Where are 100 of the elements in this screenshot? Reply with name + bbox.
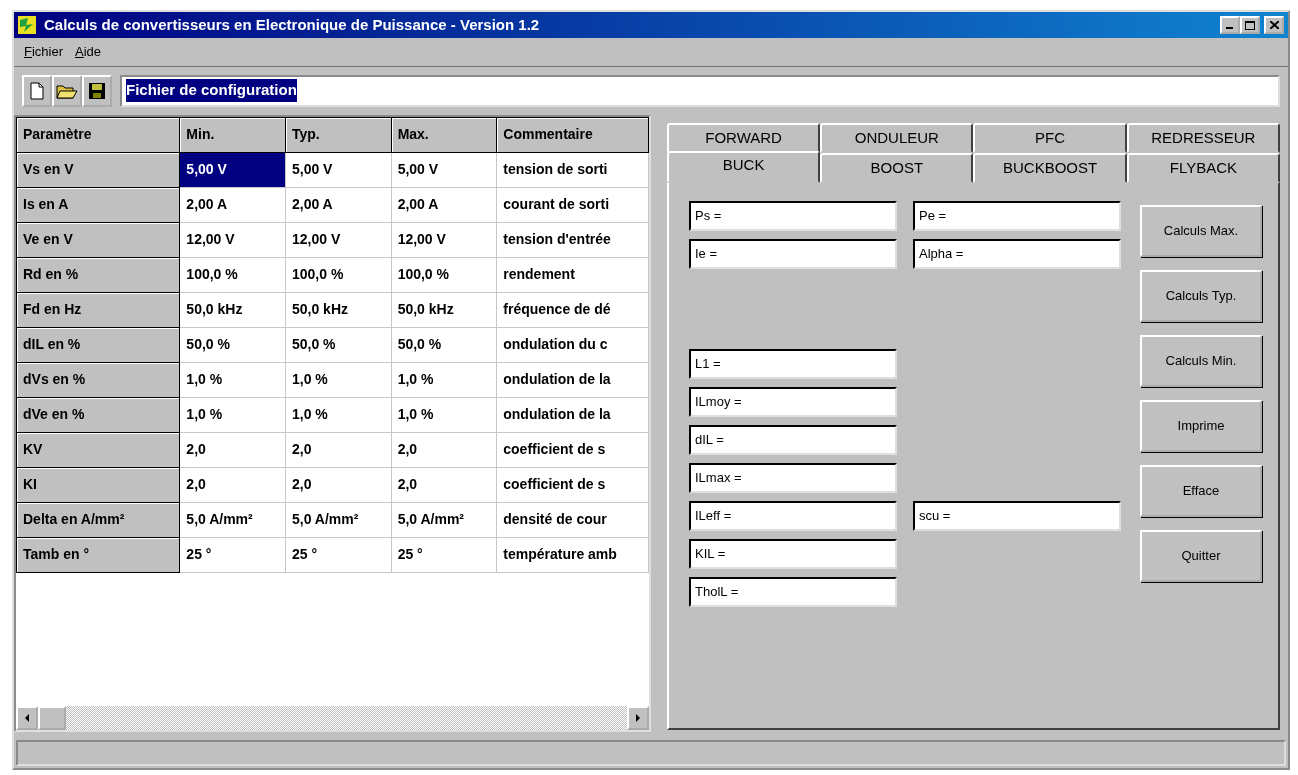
table-cell[interactable]: température amb [496, 537, 649, 572]
result-field[interactable]: Alpha = [913, 238, 1121, 269]
result-field[interactable]: ILmoy = [689, 386, 897, 417]
table-cell[interactable]: 50,0 % [391, 327, 497, 362]
table-cell[interactable]: 50,0 kHz [179, 292, 286, 327]
table-cell[interactable]: densité de cour [496, 502, 649, 537]
row-header[interactable]: Ve en V [16, 222, 180, 257]
table-cell[interactable]: 1,0 % [179, 362, 286, 397]
action-button[interactable]: Imprime [1140, 399, 1262, 452]
tab[interactable]: PFC [973, 122, 1127, 153]
row-header[interactable]: dVe en % [16, 397, 180, 432]
table-cell[interactable]: 25 ° [391, 537, 497, 572]
table-cell[interactable]: 1,0 % [285, 362, 392, 397]
row-header[interactable]: Rd en % [16, 257, 180, 292]
table-cell[interactable]: courant de sorti [496, 187, 649, 222]
result-field[interactable]: KIL = [689, 538, 897, 569]
close-button[interactable] [1264, 16, 1284, 34]
minimize-button[interactable] [1220, 16, 1240, 34]
tab[interactable]: BUCK [667, 150, 821, 183]
row-header[interactable]: KI [16, 467, 180, 502]
row-header[interactable]: Tamb en ° [16, 537, 180, 572]
action-button[interactable]: Quitter [1140, 529, 1262, 582]
action-button[interactable]: Calculs Min. [1140, 334, 1262, 387]
folder-icon[interactable] [52, 74, 82, 107]
table-cell[interactable]: 2,0 [179, 467, 286, 502]
table-cell[interactable]: coefficient de s [496, 432, 649, 467]
table-cell[interactable]: 50,0 kHz [285, 292, 392, 327]
result-field[interactable]: TholL = [689, 576, 897, 607]
column-header[interactable]: Paramètre [16, 117, 180, 152]
tab[interactable]: FLYBACK [1126, 152, 1280, 183]
action-button[interactable]: Calculs Max. [1140, 204, 1262, 257]
table-cell[interactable]: 1,0 % [391, 397, 497, 432]
table-cell[interactable]: 2,0 [179, 432, 286, 467]
row-header[interactable]: dVs en % [16, 362, 180, 397]
table-cell[interactable]: 25 ° [179, 537, 286, 572]
column-header[interactable]: Min. [179, 117, 286, 152]
table-cell[interactable]: 100,0 % [391, 257, 497, 292]
table-cell[interactable]: 2,00 A [285, 187, 392, 222]
table-cell[interactable]: 50,0 % [285, 327, 392, 362]
result-field[interactable]: Pe = [913, 200, 1121, 231]
table-cell[interactable]: 25 ° [285, 537, 392, 572]
table-cell[interactable]: 2,0 [285, 467, 392, 502]
tab[interactable]: REDRESSEUR [1126, 122, 1280, 153]
table-cell[interactable]: 2,0 [391, 467, 497, 502]
result-field[interactable]: L1 = [689, 348, 897, 379]
scroll-thumb[interactable] [38, 706, 66, 730]
row-header[interactable]: Vs en V [16, 152, 180, 187]
table-cell[interactable]: 1,0 % [285, 397, 392, 432]
result-field[interactable]: dIL = [689, 424, 897, 455]
table-cell[interactable]: coefficient de s [496, 467, 649, 502]
column-header[interactable]: Max. [391, 117, 497, 152]
column-header[interactable]: Typ. [285, 117, 392, 152]
column-header[interactable]: Commentaire [496, 117, 649, 152]
table-cell[interactable]: 100,0 % [285, 257, 392, 292]
table-cell[interactable]: tension d'entrée [496, 222, 649, 257]
table-cell[interactable]: 5,00 V [179, 152, 286, 187]
result-field[interactable]: Ps = [689, 200, 897, 231]
maximize-button[interactable] [1240, 16, 1260, 34]
table-cell[interactable]: ondulation du c [496, 327, 649, 362]
table-cell[interactable]: 5,0 A/mm² [179, 502, 286, 537]
table-cell[interactable]: 12,00 V [285, 222, 392, 257]
tab[interactable]: BOOST [820, 152, 974, 183]
tab[interactable]: BUCKBOOST [973, 152, 1127, 183]
menu-item[interactable]: Aide [69, 38, 108, 66]
save-icon[interactable] [82, 74, 112, 107]
table-cell[interactable]: 100,0 % [179, 257, 286, 292]
result-field[interactable]: ILeff = [689, 500, 897, 531]
tab[interactable]: ONDULEUR [820, 122, 974, 153]
row-header[interactable]: Fd en Hz [16, 292, 180, 327]
table-cell[interactable]: 2,0 [391, 432, 497, 467]
result-field[interactable]: ILmax = [689, 462, 897, 493]
result-field[interactable]: scu = [913, 500, 1121, 531]
horizontal-scrollbar[interactable] [16, 706, 649, 730]
table-cell[interactable]: 12,00 V [391, 222, 497, 257]
scroll-left-icon[interactable] [16, 706, 38, 730]
table-cell[interactable]: 2,0 [285, 432, 392, 467]
new-file-icon[interactable] [22, 74, 52, 107]
row-header[interactable]: dIL en % [16, 327, 180, 362]
table-cell[interactable]: 1,0 % [391, 362, 497, 397]
table-cell[interactable]: 2,00 A [179, 187, 286, 222]
table-cell[interactable]: fréquence de dé [496, 292, 649, 327]
action-button[interactable]: Calculs Typ. [1140, 269, 1262, 322]
table-cell[interactable]: 2,00 A [391, 187, 497, 222]
result-field[interactable]: Ie = [689, 238, 897, 269]
table-cell[interactable]: 50,0 kHz [391, 292, 497, 327]
menu-item[interactable]: Fichier [18, 38, 70, 66]
table-cell[interactable]: 1,0 % [179, 397, 286, 432]
scroll-right-icon[interactable] [627, 706, 649, 730]
action-button[interactable]: Efface [1140, 464, 1262, 517]
table-cell[interactable]: 50,0 % [179, 327, 286, 362]
tab[interactable]: FORWARD [667, 122, 821, 153]
table-cell[interactable]: ondulation de la [496, 362, 649, 397]
table-cell[interactable]: 12,00 V [179, 222, 286, 257]
table-cell[interactable]: ondulation de la [496, 397, 649, 432]
table-cell[interactable]: rendement [496, 257, 649, 292]
row-header[interactable]: Delta en A/mm² [16, 502, 180, 537]
table-cell[interactable]: 5,0 A/mm² [391, 502, 497, 537]
table-cell[interactable]: tension de sorti [496, 152, 649, 187]
row-header[interactable]: KV [16, 432, 180, 467]
table-cell[interactable]: 5,00 V [391, 152, 497, 187]
